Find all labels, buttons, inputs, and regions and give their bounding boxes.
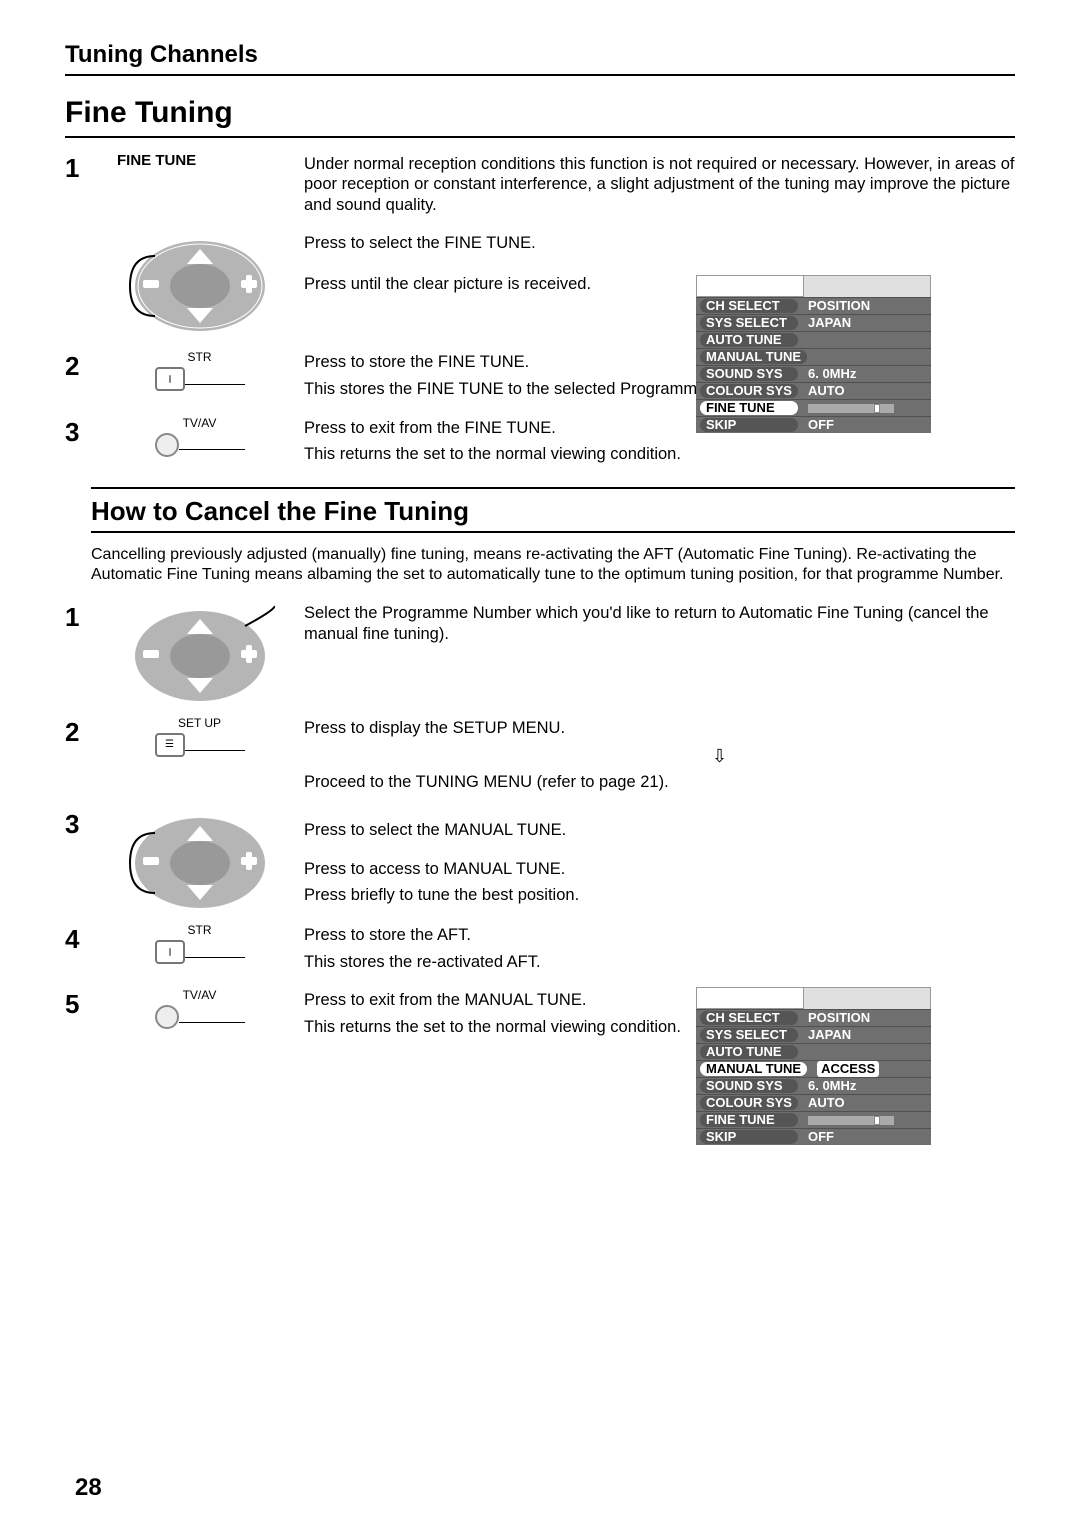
fine-tune-label: FINE TUNE [117, 152, 196, 171]
osd-row-value: JAPAN [808, 315, 851, 331]
osd-row-label: FINE TUNE [700, 1113, 798, 1127]
step-number: 3 [65, 808, 95, 841]
str-label: STR [188, 923, 212, 938]
tvav-button-icon [155, 1005, 179, 1029]
osd-row: AUTO TUNE [696, 1043, 931, 1060]
leader-line [185, 384, 245, 385]
osd-row: AUTO TUNE [696, 331, 931, 348]
osd-row: CH SELECT POSITION [696, 297, 931, 314]
osd-row-value: JAPAN [808, 1027, 851, 1043]
leader-line [185, 750, 245, 751]
step-b4-line2: This stores the re-activated AFT. [304, 952, 1015, 973]
osd-row-label: SOUND SYS [700, 367, 798, 381]
step-b3: 3 Press to select the MANUAL TUNE. Press… [65, 808, 1015, 913]
osd-row: FINE TUNE [696, 1111, 931, 1128]
step-number: 1 [65, 152, 95, 185]
osd-row-label: MANUAL TUNE [700, 1062, 807, 1076]
step-b2: 2 SET UP ☰ Press to display the SETUP ME… [65, 716, 1015, 798]
osd-row-value: OFF [808, 1129, 834, 1145]
osd-row-value: 6. 0MHz [808, 366, 856, 382]
step-number: 1 [65, 601, 95, 634]
osd-row-label: CH SELECT [700, 1011, 798, 1025]
osd-row: CH SELECT POSITION [696, 1009, 931, 1026]
osd-row-value: POSITION [808, 298, 870, 314]
osd-row-value: POSITION [808, 1010, 870, 1026]
setup-button-icon: ☰ [155, 733, 185, 757]
arrow-down-icon: ⇩ [424, 745, 1015, 768]
setup-label: SET UP [178, 716, 221, 731]
step-a1-intro: Under normal reception conditions this f… [304, 154, 1015, 216]
osd-row-label: SOUND SYS [700, 1079, 798, 1093]
step-b1: 1 Select the Programme Number which you'… [65, 601, 1015, 706]
osd-row: SYS SELECT JAPAN [696, 1026, 931, 1043]
osd-row: SKIP OFF [696, 416, 931, 433]
step-a1: 1 FINE TUNE Under normal reception condi… [65, 152, 1015, 222]
leader-line [179, 449, 245, 450]
str-label: STR [188, 350, 212, 365]
osd-row: COLOUR SYS AUTO [696, 1094, 931, 1111]
osd-row-label: COLOUR SYS [700, 384, 798, 398]
step-number: 4 [65, 923, 95, 956]
str-button-icon [155, 367, 185, 391]
leader-line [179, 1022, 245, 1023]
osd-row-label: CH SELECT [700, 299, 798, 313]
cancel-title: How to Cancel the Fine Tuning [91, 487, 1015, 534]
dpad-icon [125, 231, 275, 336]
step-b2-line2: Proceed to the TUNING MENU (refer to pag… [304, 772, 1015, 793]
step-b3-line2: Press to access to MANUAL TUNE. [304, 859, 1015, 880]
tvav-label: TV/AV [183, 416, 217, 431]
step-a1-line1: Press to select the FINE TUNE. [304, 233, 1015, 254]
osd-row: MANUAL TUNE ACCESS [696, 1060, 931, 1077]
osd-row: FINE TUNE [696, 399, 931, 416]
leader-line [185, 957, 245, 958]
osd-row-label: AUTO TUNE [700, 1045, 798, 1059]
section-header: Tuning Channels [65, 40, 1015, 76]
step-b1-line1: Select the Programme Number which you'd … [304, 603, 1015, 644]
step-b2-line1: Press to display the SETUP MENU. [304, 718, 1015, 739]
cancel-intro: Cancelling previously adjusted (manually… [91, 545, 1015, 585]
osd-row: SOUND SYS 6. 0MHz [696, 1077, 931, 1094]
osd-row-label: SYS SELECT [700, 1028, 798, 1042]
osd-row-label: COLOUR SYS [700, 1096, 798, 1110]
page-number: 28 [75, 1473, 102, 1503]
slider-icon [808, 1116, 894, 1125]
step-number: 5 [65, 988, 95, 1021]
osd-row-value: AUTO [808, 383, 845, 399]
osd-row-label: SKIP [700, 1130, 798, 1144]
osd-menu-manual-tune: CH SELECT POSITION SYS SELECT JAPAN AUTO TUN… [696, 987, 931, 1145]
osd-row-label: SYS SELECT [700, 316, 798, 330]
osd-row-value: OFF [808, 417, 834, 433]
slider-icon [808, 404, 894, 413]
step-number: 3 [65, 416, 95, 449]
tvav-label: TV/AV [183, 988, 217, 1003]
step-b3-line3: Press briefly to tune the best position. [304, 885, 1015, 906]
dpad-icon [125, 808, 275, 913]
step-b3-line1: Press to select the MANUAL TUNE. [304, 820, 1015, 841]
osd-row: COLOUR SYS AUTO [696, 382, 931, 399]
tvav-button-icon [155, 433, 179, 457]
step-b4-line1: Press to store the AFT. [304, 925, 1015, 946]
str-button-icon [155, 940, 185, 964]
osd-row-value: 6. 0MHz [808, 1078, 856, 1094]
dpad-icon [125, 601, 275, 706]
step-a3-line2: This returns the set to the normal viewi… [304, 444, 1015, 465]
osd-row-label: AUTO TUNE [700, 333, 798, 347]
osd-row: SYS SELECT JAPAN [696, 314, 931, 331]
osd-menu-fine-tune: CH SELECT POSITION SYS SELECT JAPAN AUTO TUN… [696, 275, 931, 433]
step-number: 2 [65, 350, 95, 383]
step-number: 2 [65, 716, 95, 749]
osd-row-value: AUTO [808, 1095, 845, 1111]
step-b4: 4 STR Press to store the AFT. This store… [65, 923, 1015, 978]
osd-row-label: FINE TUNE [700, 401, 798, 415]
osd-row: SKIP OFF [696, 1128, 931, 1145]
osd-row-label: SKIP [700, 418, 798, 432]
osd-row: SOUND SYS 6. 0MHz [696, 365, 931, 382]
osd-row: MANUAL TUNE [696, 348, 931, 365]
osd-row-label: MANUAL TUNE [700, 350, 807, 364]
osd-row-value: ACCESS [817, 1061, 879, 1077]
fine-tuning-title: Fine Tuning [65, 94, 1015, 138]
